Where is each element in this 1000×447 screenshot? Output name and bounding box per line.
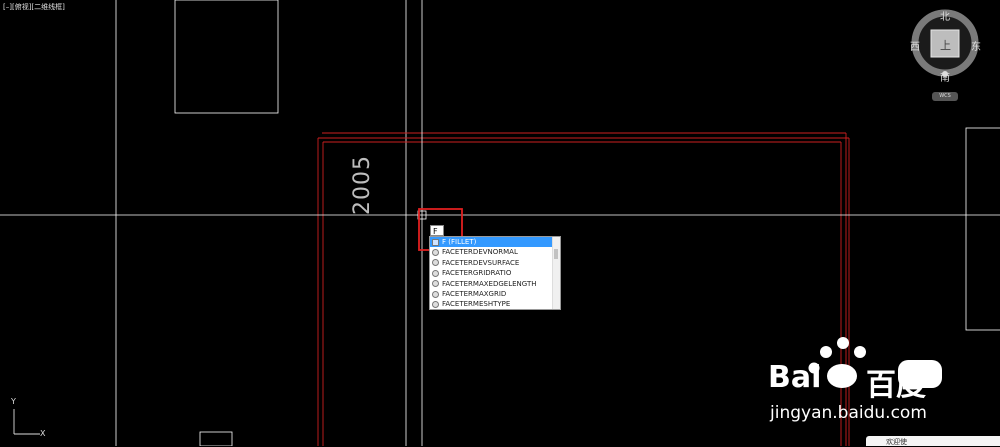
wcs-menu[interactable]: WCS	[932, 92, 958, 101]
autocomplete-item-label: F (FILLET)	[442, 238, 477, 246]
compass-south[interactable]: 南	[940, 69, 950, 84]
compass-west[interactable]: 西	[910, 38, 920, 53]
autocomplete-item[interactable]: FACETERDEVSURFACE	[430, 258, 560, 268]
autocomplete-item[interactable]: FACETERMAXGRID	[430, 289, 560, 299]
watermark-brand-cn: 百度	[866, 368, 926, 403]
sysvar-icon	[432, 290, 439, 298]
autocomplete-item-fillet[interactable]: F (FILLET)	[430, 237, 560, 248]
watermark-site: jingyan.baidu.com	[770, 403, 927, 423]
sysvar-icon	[432, 259, 439, 267]
sysvar-icon	[432, 249, 439, 257]
viewport-label[interactable]: [–][俯视][二维线框]	[3, 2, 65, 12]
box-top	[174, 0, 279, 114]
autocomplete-item[interactable]: FACETERMESHTYPE	[430, 299, 560, 309]
ucs-y-label: Y	[11, 397, 16, 406]
scrollbar-thumb[interactable]	[554, 249, 558, 259]
fillet-command-icon	[432, 238, 439, 246]
box-bottom	[199, 431, 233, 446]
autocomplete-item[interactable]: FACETERDEVNORMAL	[430, 247, 560, 257]
sysvar-icon	[432, 301, 439, 309]
compass-east[interactable]: 东	[971, 38, 981, 53]
drawing-canvas[interactable]	[0, 0, 1000, 446]
viewcube-face-label[interactable]: 上	[940, 37, 951, 53]
autocomplete-item[interactable]: FACETERMAXEDGELENGTH	[430, 279, 560, 289]
sysvar-icon	[432, 280, 439, 288]
ucs-icon	[13, 409, 40, 435]
compass-north[interactable]: 北	[940, 8, 950, 23]
autocomplete-scrollbar[interactable]	[552, 237, 560, 309]
ucs-x-label: X	[40, 429, 46, 438]
dynamic-input-field[interactable]: F	[430, 225, 444, 236]
autocomplete-item-label: FACETERMAXEDGELENGTH	[442, 279, 537, 288]
autocomplete-item[interactable]: FACETERGRIDRATIO	[430, 268, 560, 278]
autocomplete-item-label: FACETERDEVSURFACE	[442, 258, 520, 267]
dimension-text: 2005	[350, 155, 375, 215]
autocomplete-item-label: FACETERMESHTYPE	[442, 300, 511, 309]
taskbar-notification[interactable]: 欢迎使	[866, 436, 1000, 446]
autocomplete-item-label: FACETERGRIDRATIO	[442, 269, 512, 278]
autocomplete-item-label: FACETERMAXGRID	[442, 289, 507, 298]
watermark-brand: Bai	[768, 360, 822, 395]
box-right	[965, 127, 1000, 331]
autocomplete-item-label: FACETERDEVNORMAL	[442, 248, 518, 257]
sysvar-icon	[432, 269, 439, 277]
autocomplete-list[interactable]: F (FILLET) FACETERDEVNORMAL FACETERDEVSU…	[429, 236, 561, 310]
